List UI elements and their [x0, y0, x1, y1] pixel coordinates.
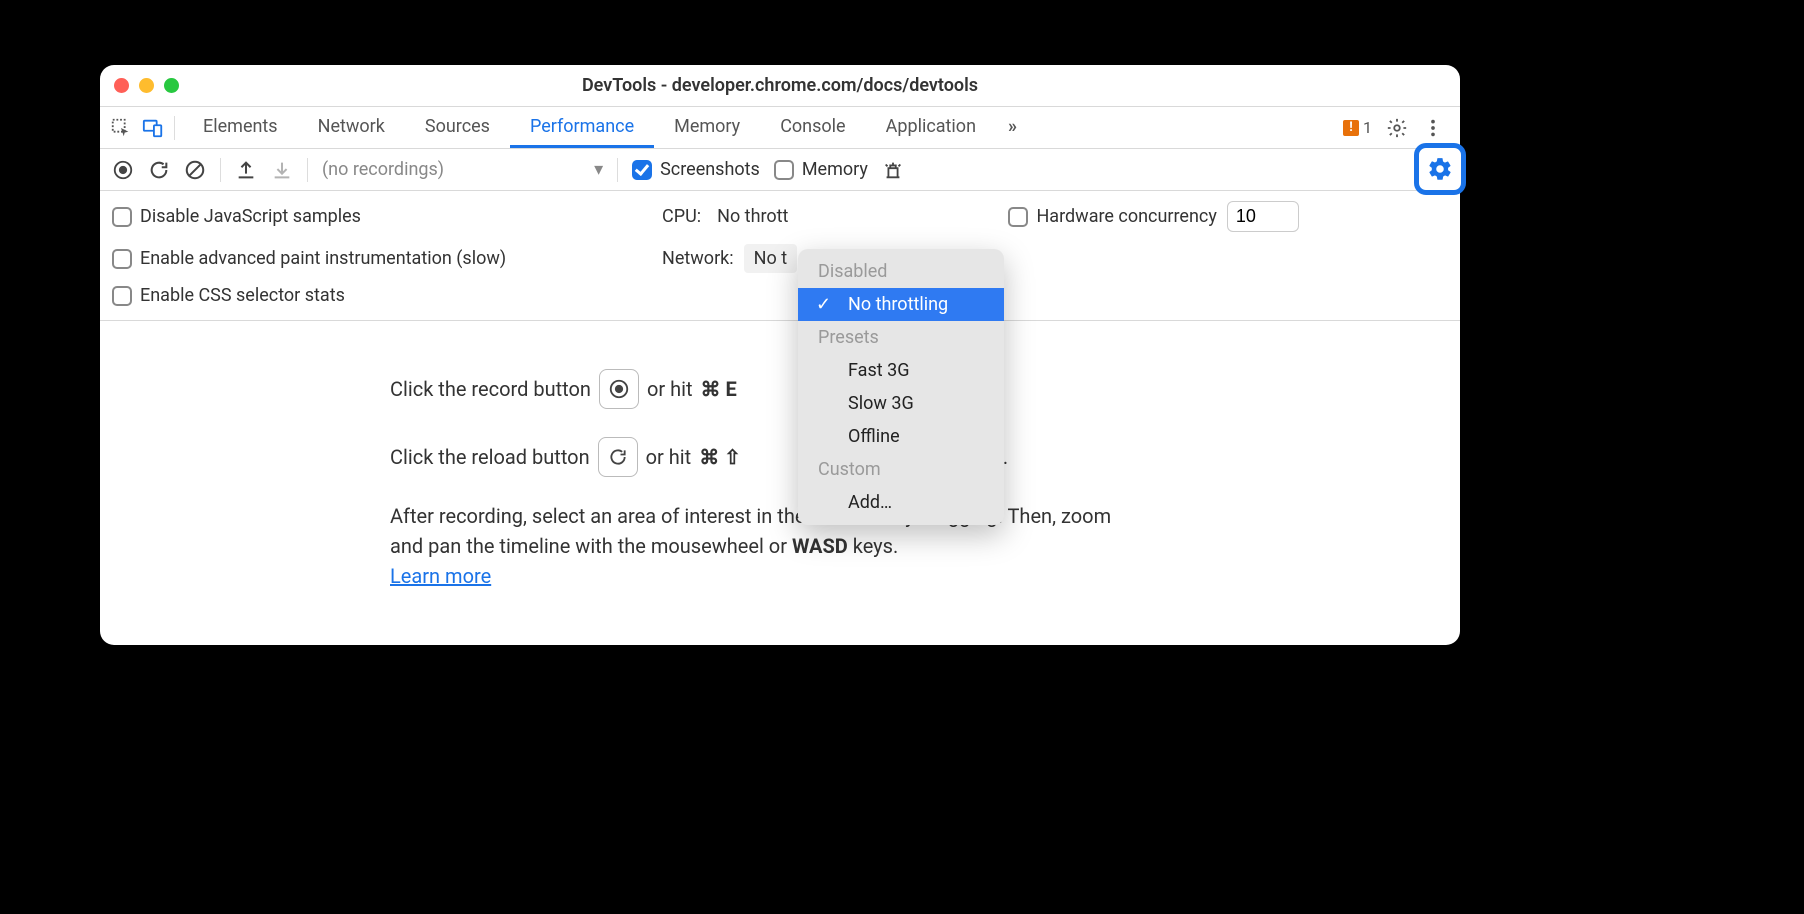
recordings-placeholder: (no recordings)	[322, 159, 444, 180]
cpu-label: CPU:	[662, 206, 701, 227]
tab-network[interactable]: Network	[298, 107, 405, 148]
disable-js-samples-label: Disable JavaScript samples	[140, 206, 361, 227]
tab-application[interactable]: Application	[866, 107, 996, 148]
record-button-inline-icon	[599, 369, 639, 409]
devtools-settings-icon[interactable]	[1386, 117, 1408, 139]
upload-icon[interactable]	[235, 159, 257, 181]
tab-console[interactable]: Console	[760, 107, 865, 148]
recordings-dropdown[interactable]: (no recordings) ▾	[322, 159, 603, 180]
warning-icon: !	[1343, 120, 1359, 136]
inspect-element-icon[interactable]	[110, 117, 132, 139]
dropdown-item-slow-3g[interactable]: Slow 3G	[798, 387, 1004, 420]
divider	[220, 158, 221, 182]
dropdown-item-no-throttling[interactable]: No throttling	[798, 288, 1004, 321]
network-label: Network:	[662, 248, 734, 269]
shortcut-keys: ⌘ ⇧	[699, 442, 741, 472]
divider	[307, 158, 308, 182]
reload-button-inline-icon	[598, 437, 638, 477]
dropdown-heading-presets: Presets	[798, 321, 1004, 354]
panels-tab-bar: Elements Network Sources Performance Mem…	[100, 107, 1460, 149]
instruction-text: keys.	[848, 534, 898, 558]
cpu-throttling-row: CPU: No thrott Hardware concurrency	[662, 201, 1448, 232]
dropdown-item-add[interactable]: Add…	[798, 486, 1004, 519]
tab-sources[interactable]: Sources	[405, 107, 510, 148]
device-toolbar-icon[interactable]	[142, 117, 164, 139]
window-title: DevTools - developer.chrome.com/docs/dev…	[100, 75, 1460, 96]
issues-count: 1	[1363, 118, 1372, 137]
hardware-concurrency-checkbox[interactable]: Hardware concurrency	[1008, 206, 1216, 227]
capture-settings-gear-highlighted[interactable]	[1414, 143, 1466, 195]
issues-counter[interactable]: ! 1	[1343, 118, 1372, 137]
instruction-text: or hit	[647, 374, 693, 404]
screenshots-checkbox-input[interactable]	[632, 160, 652, 180]
instruction-paragraph: After recording, select an area of inter…	[390, 501, 1140, 591]
instruction-text: Click the reload button	[390, 442, 590, 472]
download-icon[interactable]	[271, 159, 293, 181]
garbage-collect-icon[interactable]	[882, 159, 904, 181]
chevron-down-icon: ▾	[594, 159, 603, 180]
memory-checkbox[interactable]: Memory	[774, 159, 868, 180]
disable-js-samples-input[interactable]	[112, 207, 132, 227]
title-bar: DevTools - developer.chrome.com/docs/dev…	[100, 65, 1460, 107]
css-selector-stats-label: Enable CSS selector stats	[140, 285, 345, 306]
memory-checkbox-input[interactable]	[774, 160, 794, 180]
tab-elements[interactable]: Elements	[183, 107, 298, 148]
capture-settings-panel: Disable JavaScript samples CPU: No throt…	[100, 191, 1460, 321]
gear-icon	[1427, 156, 1453, 182]
network-throttling-row: Network: No t	[662, 244, 1448, 273]
instruction-text: or hit	[646, 442, 692, 472]
reload-record-icon[interactable]	[148, 159, 170, 181]
hardware-concurrency-input[interactable]	[1008, 207, 1028, 227]
advanced-paint-label: Enable advanced paint instrumentation (s…	[140, 248, 506, 269]
performance-landing-content: Click the record button or hit ⌘ E ding.…	[100, 321, 1460, 591]
more-menu-icon[interactable]	[1422, 117, 1444, 139]
clear-icon[interactable]	[184, 159, 206, 181]
dropdown-item-offline[interactable]: Offline	[798, 420, 1004, 453]
tab-memory[interactable]: Memory	[654, 107, 760, 148]
shortcut-keys: ⌘ E	[701, 374, 737, 404]
devtools-window: DevTools - developer.chrome.com/docs/dev…	[100, 65, 1460, 645]
css-selector-stats-checkbox[interactable]: Enable CSS selector stats	[112, 285, 652, 306]
tabs-overflow-icon[interactable]: »	[996, 107, 1029, 148]
instruction-text: Click the record button	[390, 374, 591, 404]
record-icon[interactable]	[112, 159, 134, 181]
network-throttling-dropdown: Disabled No throttling Presets Fast 3G S…	[798, 249, 1004, 525]
cpu-throttling-select[interactable]: No thrott	[717, 206, 788, 227]
advanced-paint-input[interactable]	[112, 249, 132, 269]
performance-toolbar: (no recordings) ▾ Screenshots Memory	[100, 149, 1460, 191]
css-selector-stats-input[interactable]	[112, 286, 132, 306]
hardware-concurrency-value[interactable]	[1227, 201, 1299, 232]
dropdown-heading-custom: Custom	[798, 453, 1004, 486]
dropdown-heading-disabled: Disabled	[798, 255, 1004, 288]
memory-label: Memory	[802, 159, 868, 180]
advanced-paint-checkbox[interactable]: Enable advanced paint instrumentation (s…	[112, 244, 652, 273]
divider	[617, 158, 618, 182]
disable-js-samples-checkbox[interactable]: Disable JavaScript samples	[112, 201, 652, 232]
wasd-keys: WASD	[792, 534, 848, 558]
screenshots-checkbox[interactable]: Screenshots	[632, 159, 760, 180]
hardware-concurrency-label: Hardware concurrency	[1036, 206, 1216, 227]
screenshots-label: Screenshots	[660, 159, 760, 180]
network-throttling-select[interactable]: No t	[744, 244, 797, 273]
dropdown-item-fast-3g[interactable]: Fast 3G	[798, 354, 1004, 387]
panel-tabs: Elements Network Sources Performance Mem…	[183, 107, 1029, 148]
tab-performance[interactable]: Performance	[510, 107, 654, 148]
learn-more-link[interactable]: Learn more	[390, 564, 491, 588]
divider	[174, 116, 175, 140]
